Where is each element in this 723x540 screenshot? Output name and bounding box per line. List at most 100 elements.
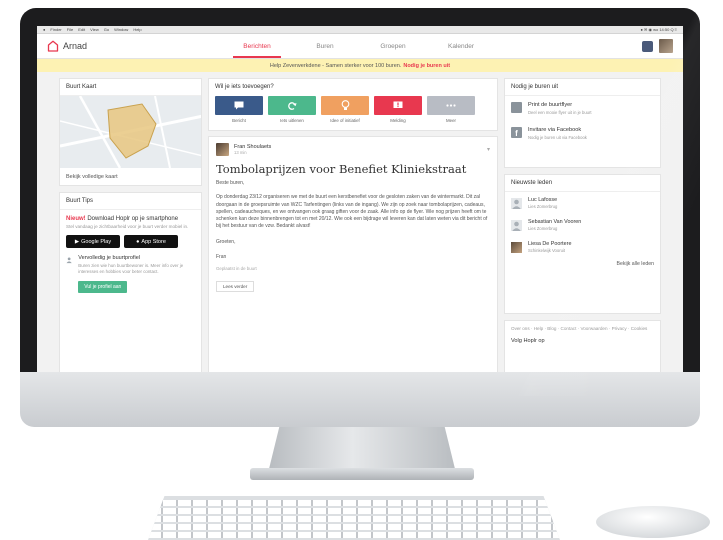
profile-tip: Vervolledig je buurtprofiel Buren zien w… [66,255,195,293]
imac-scene: ● Finder File Edit View Go Window Help ●… [0,0,723,540]
post-body: Op donderdag 23/12 organiseren we met de… [216,194,488,230]
app-tip-description: Stel vandaag je zichtbaarheid voor je bu… [66,224,189,229]
member-location: Lies Zomerbrug [528,204,558,209]
follow-heading: Volg Hoplr op [511,338,545,344]
recycle-icon [268,96,316,115]
app-tip-title: Download Hoplr op je smartphone [85,216,179,222]
app-store-label: App Store [141,238,166,245]
action-idee[interactable]: Idee of initiatief [321,96,369,123]
neighbourhood-tips-card: Buurt Tips Nieuw! Download Hoplr op je s… [59,192,202,372]
post-card: Fran Shoulaets 13 min ▾ Tombolaprijzen v… [208,136,498,372]
map-graphic [60,96,201,168]
post-menu-icon[interactable]: ▾ [487,146,490,153]
action-label: Idee of initiatief [330,118,360,123]
neighbourhood-map-card: Buurt Kaart Bekijk volledige kaart [59,78,202,186]
nav-user-area [642,39,673,53]
page-content: Buurt Kaart Bekijk volledige kaart Buurt… [37,74,683,372]
action-lenen[interactable]: Iets uitlenen [268,96,316,123]
google-play-label: Google Play [81,238,112,245]
tab-kalender[interactable]: Kalender [427,35,495,58]
complete-profile-button[interactable]: Vul je profiel aan [78,281,128,293]
speech-bubble-icon [215,96,263,115]
profile-tip-title: Vervolledig je buurtprofiel [78,255,141,261]
invite-banner: Help Zeverwerkdene - Samen sterker voor … [37,59,683,72]
tab-groepen[interactable]: Groepen [359,35,427,58]
read-more-button[interactable]: Lees verder [216,280,255,292]
action-bericht[interactable]: Bericht [215,96,263,123]
apple-icon[interactable]: ● [43,27,45,32]
tips-title: Buurt Tips [60,193,201,210]
members-title: Nieuwste leden [505,175,660,192]
action-melding[interactable]: Melding [374,96,422,123]
neighbourhood-map[interactable] [60,96,201,168]
invite-option-title: Invitare via Facebook [528,127,582,133]
member-location: Schinkelwijk Vooruit [528,248,566,253]
more-icon [427,96,475,115]
menu-item[interactable]: Edit [78,27,85,32]
invite-title: Nodig je buren uit [505,79,660,96]
action-label: Meer [445,118,456,123]
action-label: Melding [390,118,406,123]
top-navigation: Arnad Berichten Buren Groepen Kalender [37,34,683,59]
menubar-status: ● ✉ ◉ wo 14:50 Q ≡ [640,27,678,32]
invite-facebook[interactable]: f Invitare via Facebook Nodig je buren u… [505,121,660,146]
menu-item[interactable]: Finder [50,27,61,32]
screen: ● Finder File Edit View Go Window Help ●… [37,26,683,372]
footer-links[interactable]: Over ons · Help · Blog · Contact · Voorw… [505,321,660,336]
user-avatar[interactable] [659,39,673,53]
post-greeting: Beste buren, [216,180,245,186]
post-header: Fran Shoulaets 13 min ▾ [209,137,497,158]
post-closing: Groeten, [216,238,236,245]
menu-item[interactable]: File [67,27,73,32]
compose-card: Wil je iets toevoegen? Bericht Iets uitl… [208,78,498,131]
member-item[interactable]: Luc Lafosse Lies Zomerbrug [505,192,660,214]
action-meer[interactable]: Meer [427,96,475,123]
brand-logo[interactable]: Arnad [47,40,193,52]
member-item[interactable]: Liesa De Poortere Schinkelwijk Vooruit [505,236,660,258]
invite-card: Nodig je buren uit Print de buurtflyer D… [504,78,661,168]
monitor-chin [20,372,700,427]
menu-item[interactable]: View [90,27,99,32]
store-badges: ▶ Google Play ● App Store [66,235,195,248]
tab-buren[interactable]: Buren [291,35,359,58]
invite-flyer[interactable]: Print de buurtflyer Deel een mooie flyer… [505,96,660,121]
post-type-actions: Bericht Iets uitlenen Idee of initiatief [209,92,497,125]
play-icon: ▶ [74,238,80,245]
member-avatar [511,241,522,253]
view-full-map-link[interactable]: Bekijk volledige kaart [60,168,201,186]
main-tabs: Berichten Buren Groepen Kalender [223,35,495,58]
post-title[interactable]: Tombolaprijzen voor Benefiet Kliniekstra… [209,158,497,178]
alert-icon [374,96,422,115]
tab-berichten[interactable]: Berichten [223,35,291,58]
author-avatar[interactable] [216,143,229,156]
app-download-tip: Nieuw! Download Hoplr op je smartphone [66,215,195,223]
google-play-button[interactable]: ▶ Google Play [66,235,120,248]
new-badge: Nieuw! [66,216,86,222]
banner-invite-link[interactable]: Nodig je buren uit [403,63,450,69]
mac-menubar: ● Finder File Edit View Go Window Help ●… [37,26,683,34]
footer-card: Over ons · Help · Blog · Contact · Voorw… [504,320,661,372]
view-all-members-link[interactable]: Bekijk alle leden [505,258,660,273]
user-icon [511,219,522,231]
facebook-icon: f [511,127,522,138]
new-members-card: Nieuwste leden Luc Lafosse Lies Zomerbru… [504,174,661,314]
action-label: Iets uitlenen [280,118,304,123]
profile-tip-description: Buren zien wie hun buurtbewoner is. Meer… [78,263,184,274]
action-label: Bericht [232,118,246,123]
menu-item[interactable]: Help [133,27,141,32]
magic-mouse [596,506,710,538]
banner-text: Help Zeverwerkdene - Samen sterker voor … [269,62,402,69]
apple-icon: ● [136,238,140,245]
document-icon [511,102,522,113]
invite-option-sub: Deel een mooie flyer uit in je buurt [528,110,592,115]
post-time: 13 min [234,150,247,155]
member-location: Lies Zomerbrug [528,226,558,231]
member-name: Liesa De Poortere [528,241,572,247]
notification-icon[interactable] [642,40,653,52]
app-store-button[interactable]: ● App Store [124,235,178,248]
menu-item[interactable]: Window [114,27,128,32]
invite-option-title: Print de buurtflyer [528,102,573,108]
menu-item[interactable]: Go [104,27,109,32]
member-item[interactable]: Sebastian Van Vooren Lies Zomerbrug [505,214,660,236]
monitor-foot [250,468,474,480]
